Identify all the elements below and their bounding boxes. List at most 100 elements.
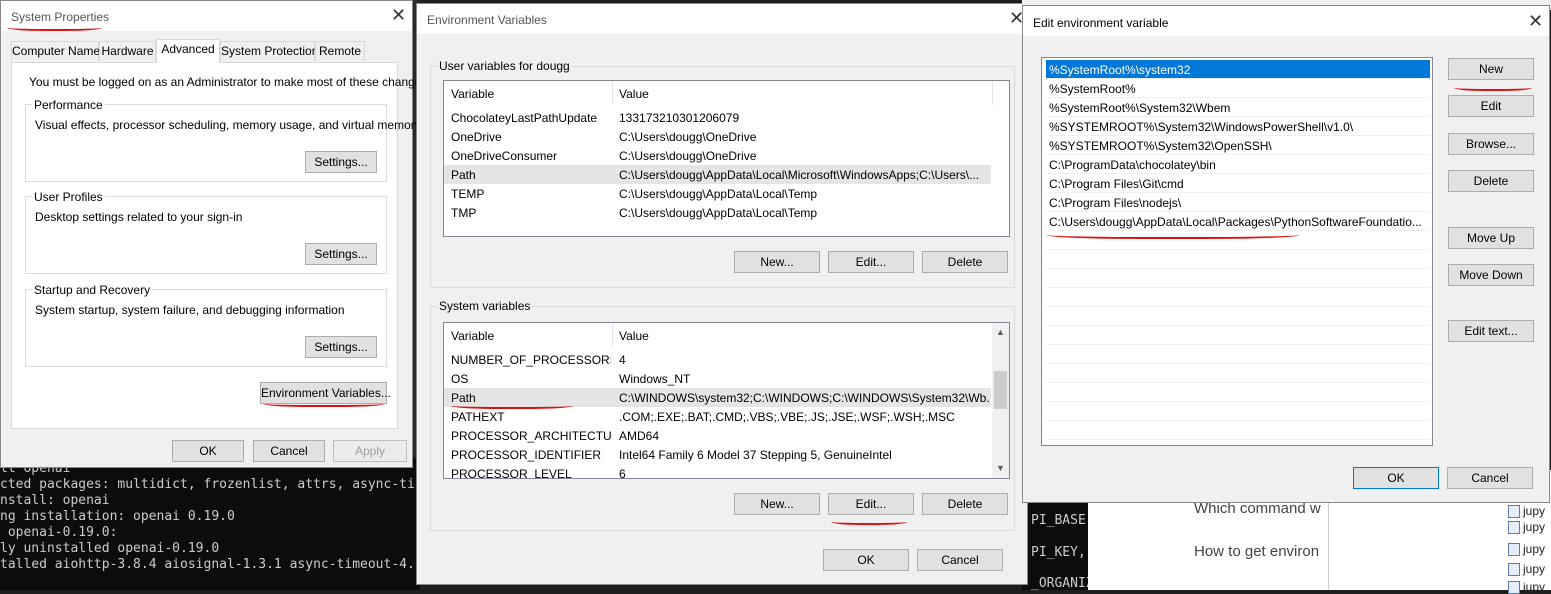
- list-row[interactable]: Path C:\Users\dougg\AppData\Local\Microso…: [444, 165, 991, 184]
- notebook-icon: [1508, 521, 1520, 535]
- terminal2-line: PI_KEY,: [1031, 545, 1086, 560]
- list-row[interactable]: PATHEXT .COM;.EXE;.BAT;.CMD;.VBS;.VBE;.JS…: [444, 407, 991, 426]
- path-entry-empty[interactable]: [1046, 421, 1430, 440]
- notebook-icon: [1508, 543, 1520, 557]
- annotation-underline: [1454, 83, 1532, 91]
- title-bar: Edit environment variable ✕: [1023, 6, 1549, 36]
- system-new-button[interactable]: New...: [734, 493, 820, 515]
- ok-button[interactable]: OK: [172, 440, 244, 462]
- path-entry[interactable]: C:\ProgramData\chocolatey\bin: [1046, 155, 1430, 174]
- list-row[interactable]: OneDriveConsumer C:\Users\dougg\OneDrive: [444, 146, 991, 165]
- file-item[interactable]: jupy: [1508, 580, 1545, 594]
- annotation-underline: [1046, 229, 1300, 239]
- close-icon[interactable]: ✕: [1528, 11, 1543, 32]
- user-profiles-settings-button[interactable]: Settings...: [305, 243, 377, 265]
- terminal-line: openai-0.19.0:: [0, 525, 118, 540]
- list-header: Variable Value: [444, 323, 1009, 347]
- path-entry-empty[interactable]: [1046, 250, 1430, 269]
- vertical-scrollbar[interactable]: ▲ ▼: [992, 323, 1009, 478]
- move-down-button[interactable]: Move Down: [1448, 264, 1534, 286]
- startup-settings-button[interactable]: Settings...: [305, 336, 377, 358]
- close-icon[interactable]: ✕: [391, 5, 406, 26]
- user-new-button[interactable]: New...: [734, 251, 820, 273]
- scroll-up-icon[interactable]: ▲: [996, 327, 1005, 337]
- tab-computer-name[interactable]: Computer Name: [11, 41, 100, 61]
- file-item[interactable]: jupy: [1508, 504, 1545, 519]
- file-item[interactable]: jupy: [1508, 542, 1545, 557]
- terminal-line: ng installation: openai 0.19.0: [0, 509, 235, 524]
- annotation-underline: [831, 517, 907, 525]
- edit-entry-button[interactable]: Edit: [1448, 95, 1534, 117]
- list-row[interactable]: OneDrive C:\Users\dougg\OneDrive: [444, 127, 991, 146]
- move-up-button[interactable]: Move Up: [1448, 227, 1534, 249]
- terminal-line: ly uninstalled openai-0.19.0: [0, 541, 220, 556]
- file-item[interactable]: jupy: [1508, 520, 1545, 535]
- path-entry[interactable]: %SYSTEMROOT%\System32\WindowsPowerShell\…: [1046, 117, 1430, 136]
- ok-button[interactable]: OK: [823, 549, 909, 571]
- tab-advanced[interactable]: Advanced: [156, 39, 220, 63]
- path-entry[interactable]: %SystemRoot%: [1046, 79, 1430, 98]
- column-header-variable[interactable]: Variable: [451, 329, 494, 343]
- path-entry-empty[interactable]: [1046, 345, 1430, 364]
- path-entry[interactable]: C:\Program Files\nodejs\: [1046, 193, 1430, 212]
- new-entry-button[interactable]: New: [1448, 58, 1534, 80]
- path-entry-empty[interactable]: [1046, 326, 1430, 345]
- column-header-value[interactable]: Value: [619, 329, 649, 343]
- list-row[interactable]: OS Windows_NT: [444, 369, 991, 388]
- file-item[interactable]: jupy: [1508, 562, 1545, 577]
- tab-remote[interactable]: Remote: [315, 41, 365, 61]
- terminal2-line: PI_BASE: [1031, 513, 1086, 528]
- column-header-value[interactable]: Value: [619, 87, 649, 101]
- path-entry[interactable]: %SYSTEMROOT%\System32\OpenSSH\: [1046, 136, 1430, 155]
- performance-settings-button[interactable]: Settings...: [305, 151, 377, 173]
- user-edit-button[interactable]: Edit...: [828, 251, 914, 273]
- window-title: System Properties: [11, 10, 110, 24]
- scrollbar-thumb[interactable]: [994, 371, 1007, 409]
- ok-button[interactable]: OK: [1353, 467, 1439, 489]
- group-label: Performance: [32, 98, 105, 112]
- path-entry-empty[interactable]: [1046, 288, 1430, 307]
- path-entry-empty[interactable]: [1046, 402, 1430, 421]
- startup-description: System startup, system failure, and debu…: [35, 303, 345, 317]
- path-entry-empty[interactable]: [1046, 269, 1430, 288]
- column-header-variable[interactable]: Variable: [451, 87, 494, 101]
- cancel-button[interactable]: Cancel: [917, 549, 1003, 571]
- group-label: System variables: [437, 299, 533, 313]
- tab-system-protection[interactable]: System Protection: [220, 41, 318, 61]
- browse-button[interactable]: Browse...: [1448, 133, 1534, 155]
- path-entry-empty[interactable]: [1046, 383, 1430, 402]
- path-entries-list[interactable]: %SystemRoot%\system32 %SystemRoot% %Syst…: [1041, 57, 1433, 446]
- apply-button[interactable]: Apply: [333, 440, 407, 462]
- column-divider: [612, 323, 613, 347]
- path-entry[interactable]: %SystemRoot%\System32\Wbem: [1046, 98, 1430, 117]
- list-row[interactable]: PROCESSOR_ARCHITECTURE AMD64: [444, 426, 991, 445]
- list-row[interactable]: PROCESSOR_IDENTIFIER Intel64 Family 6 Mod…: [444, 445, 991, 464]
- list-row[interactable]: NUMBER_OF_PROCESSORS 4: [444, 350, 991, 369]
- terminal-line: talled aiohttp-3.8.4 aiosignal-1.3.1 asy…: [0, 557, 415, 572]
- user-variables-list[interactable]: Variable Value ChocolateyLastPathUpdate 1…: [443, 80, 1010, 237]
- cancel-button[interactable]: Cancel: [253, 440, 325, 462]
- window-title: Environment Variables: [427, 13, 547, 27]
- notebook-icon: [1508, 505, 1520, 519]
- list-row[interactable]: ChocolateyLastPathUpdate 1331732103012060…: [444, 108, 991, 127]
- group-label: Startup and Recovery: [32, 283, 153, 297]
- list-row[interactable]: PROCESSOR_LEVEL 6: [444, 464, 991, 478]
- performance-description: Visual effects, processor scheduling, me…: [35, 118, 421, 132]
- scroll-down-icon[interactable]: ▼: [996, 463, 1005, 473]
- cancel-button[interactable]: Cancel: [1447, 467, 1533, 489]
- path-entry[interactable]: C:\Program Files\Git\cmd: [1046, 174, 1430, 193]
- system-edit-button[interactable]: Edit...: [828, 493, 914, 515]
- delete-entry-button[interactable]: Delete: [1448, 170, 1534, 192]
- tab-hardware[interactable]: Hardware: [99, 41, 156, 61]
- web-link[interactable]: How to get environ: [1194, 543, 1328, 560]
- path-entry[interactable]: %SystemRoot%\system32: [1046, 60, 1430, 79]
- environment-variables-window: Environment Variables ✕ User variables f…: [416, 3, 1028, 585]
- list-row[interactable]: TMP C:\Users\dougg\AppData\Local\Temp: [444, 203, 991, 222]
- path-entry-empty[interactable]: [1046, 364, 1430, 383]
- user-delete-button[interactable]: Delete: [922, 251, 1008, 273]
- list-row[interactable]: TEMP C:\Users\dougg\AppData\Local\Temp: [444, 184, 991, 203]
- path-entry-empty[interactable]: [1046, 307, 1430, 326]
- edit-text-button[interactable]: Edit text...: [1448, 320, 1534, 342]
- system-properties-window: System Properties ✕ Computer Name Hardwa…: [0, 0, 431, 468]
- system-delete-button[interactable]: Delete: [922, 493, 1008, 515]
